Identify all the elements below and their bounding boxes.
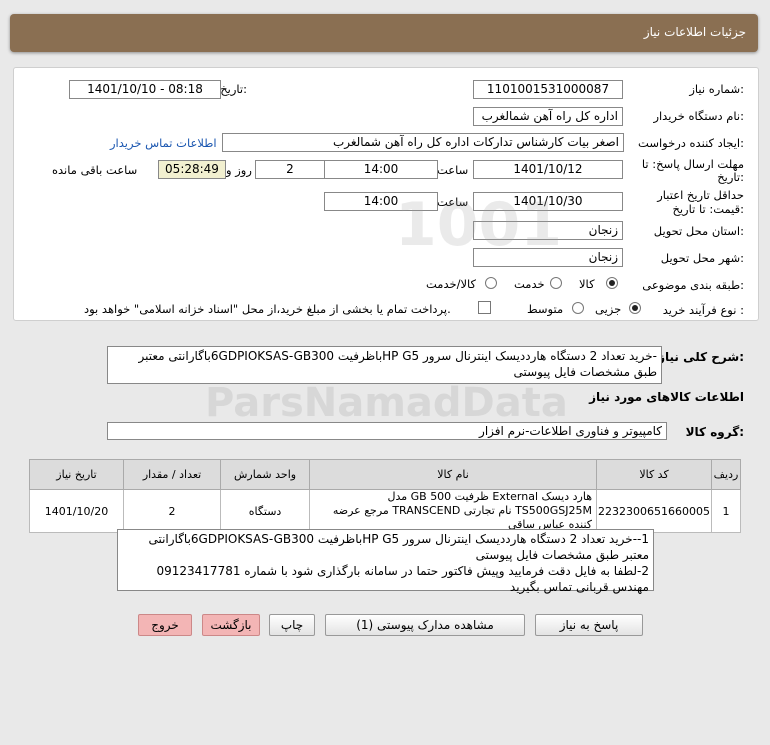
validity-time-label: ساعت [437,195,469,209]
cell-unit: دستگاه [220,489,311,533]
announce-field: 1401/10/10 - 08:18 [69,80,221,99]
col-qty: تعداد / مقدار [123,459,222,490]
category-label: طبقه بندی موضوعی: [642,278,744,292]
validity-time-field: 14:00 [324,192,438,211]
cell-name: هارد دیسک External ظرفیت 500 GB مدل TS50… [309,489,598,533]
purchase-radio-medium[interactable] [572,302,584,314]
category-option-service: خدمت [514,277,545,291]
category-radio-service[interactable] [550,277,562,289]
category-option-both: کالا/خدمت [426,277,477,291]
buyer-note-1: 1--خرید تعداد 2 دستگاه هارددیسک اینترنال… [148,532,649,562]
goods-section-title: اطلاعات کالاهای مورد نیاز [589,390,744,404]
buyer-field: اداره کل راه آهن شمالغرب [473,107,623,126]
back-button[interactable]: بازگشت [202,614,260,636]
need-number-label: شماره نیاز: [689,82,744,96]
days-field: 2 [255,160,325,179]
attachments-button[interactable]: مشاهده مدارک پیوستی (1) [325,614,525,636]
buyer-notes: 1--خرید تعداد 2 دستگاه هارددیسک اینترنال… [117,529,654,594]
deadline-date-field: 1401/10/12 [473,160,623,179]
category-radio-both[interactable] [485,277,497,289]
purchase-option-minor: جزیی [595,302,622,316]
purchase-radio-minor[interactable] [629,302,641,314]
treasury-note: پرداخت تمام یا بخشی از مبلغ خرید،از محل … [84,302,451,316]
province-label: استان محل تحویل: [653,224,744,238]
requester-field: اصغر بیات کارشناس تدارکات اداره کل راه آ… [222,133,624,152]
page-header: جزئیات اطلاعات نیاز [10,14,758,52]
remaining-time-field: 05:28:49 [158,160,226,179]
watermark-brand: ParsNamadData [205,380,568,426]
treasury-checkbox[interactable] [478,301,491,314]
col-name: نام کالا [309,459,598,490]
cell-qty: 2 [123,489,222,533]
deadline-time-field: 14:00 [324,160,438,179]
buyer-note-2: 2-لطفا به فایل دقت فرمایید وپیش فاکتور ح… [156,564,649,594]
days-label: روز و [226,163,252,177]
need-number-field: 1101001531000087 [473,80,623,99]
summary-text: -خرید تعداد 2 دستگاه هارددیسک اینترنال س… [107,346,662,384]
exit-button[interactable]: خروج [138,614,192,636]
print-button[interactable]: چاپ [269,614,315,636]
summary-label: شرح کلی نیاز: [658,350,744,364]
validity-label-1: حداقل تاریخ اعتبار [657,188,744,202]
cell-code: 2232300651660005 [596,489,712,533]
purchase-option-medium: متوسط [527,302,564,316]
province-field: زنجان [473,221,623,240]
validity-date-field: 1401/10/30 [473,192,623,211]
cell-row: 1 [711,489,741,533]
col-row: ردیف [711,459,741,490]
table-row: 1 2232300651660005 هارد دیسک External ظر… [28,489,741,533]
page-title: جزئیات اطلاعات نیاز [643,25,746,39]
col-date: تاریخ نیاز [28,459,125,490]
col-code: کد کالا [596,459,712,490]
deadline-time-label: ساعت [437,163,469,177]
reply-button[interactable]: پاسخ به نیاز [535,614,643,636]
city-field: زنجان [473,248,623,267]
goods-table: ردیف کد کالا نام کالا واحد شمارش تعداد /… [28,459,741,533]
remaining-label: ساعت باقی مانده [52,163,138,177]
city-label: شهر محل تحویل: [660,251,744,265]
col-unit: واحد شمارش [220,459,311,490]
cell-date: 1401/10/20 [28,489,125,533]
requester-label: ایجاد کننده درخواست: [638,136,744,150]
buyer-label: نام دستگاه خریدار: [653,109,744,123]
goods-table-header: ردیف کد کالا نام کالا واحد شمارش تعداد /… [28,459,741,490]
validity-label-2: قیمت: تا تاریخ: [672,202,744,216]
goods-group-field: کامپیوتر و فناوری اطلاعات-نرم افزار [107,422,667,440]
buyer-contact-link[interactable]: اطلاعات تماس خریدار [110,136,217,150]
purchase-type-label: نوع فرآیند خرید : [662,303,744,317]
category-option-goods: کالا [579,277,595,291]
goods-group-label: گروه کالا: [685,425,744,439]
deadline-label-1: مهلت ارسال پاسخ: تا [641,157,744,171]
deadline-label-2: تاریخ: [717,170,744,184]
category-radio-goods[interactable] [606,277,618,289]
